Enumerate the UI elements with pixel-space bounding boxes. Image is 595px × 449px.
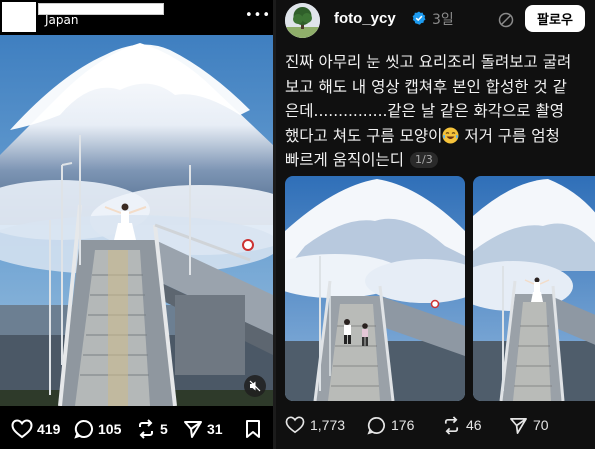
heart-icon [11, 419, 33, 439]
right-action-bar: 1,773 176 46 70 [276, 412, 595, 438]
like-count: 419 [37, 421, 61, 437]
like-button[interactable]: 1,773 [285, 412, 345, 438]
post-photo[interactable] [0, 35, 273, 406]
crying-laughing-emoji-icon [442, 127, 459, 143]
comment-icon [74, 419, 93, 439]
caption-line: 진짜 아무리 눈 씻고 요리조리 돌려보고 굴려 [285, 53, 572, 71]
fuji-stairs-woman-photo [473, 176, 595, 401]
like-count: 1,773 [310, 417, 346, 433]
caption-line: 보고 해도 내 영상 캡쳐후 본인 합성한 것 같 [285, 77, 567, 96]
caption-line: 은데...............같은 날 같은 화각으로 촬영 [285, 102, 564, 120]
image-counter: 1/3 [410, 152, 438, 168]
caption-line-with-counter: 빠르게 움직이는디 1/3 [285, 148, 590, 173]
post-location[interactable]: Japan [45, 13, 78, 27]
comment-button[interactable]: 176 [367, 412, 414, 438]
left-action-bar: 419 105 5 31 [0, 414, 273, 444]
follow-button[interactable]: 팔로우 [525, 5, 585, 32]
like-button[interactable]: 419 [11, 414, 60, 444]
carousel-image-1[interactable] [285, 176, 465, 401]
share-button[interactable]: 70 [509, 412, 549, 438]
post-time: 3일 [432, 12, 454, 28]
comment-count: 105 [98, 421, 122, 437]
share-count: 70 [533, 417, 549, 433]
send-icon [184, 421, 202, 438]
repost-icon [444, 415, 459, 435]
bookmark-button[interactable] [245, 414, 261, 444]
caption-line: 저거 구름 엄청 [459, 126, 560, 145]
comment-icon [367, 416, 385, 434]
verified-badge-icon [412, 11, 426, 25]
caption-line: 했다고 쳐도 구름 모양이 [285, 126, 443, 145]
share-count: 31 [207, 421, 223, 437]
fuji-stairs-couple-photo [285, 176, 465, 401]
repost-icon [139, 419, 153, 439]
more-options-button[interactable]: ••• [245, 8, 271, 23]
username[interactable]: foto_ycy [334, 10, 396, 27]
repost-count: 46 [466, 417, 482, 433]
avatar-redacted[interactable] [2, 2, 36, 32]
heart-icon [285, 416, 305, 434]
post-caption: 진짜 아무리 눈 씻고 요리조리 돌려보고 굴려 보고 해도 내 영상 캡쳐후 … [285, 50, 590, 173]
fuji-staircase-photo [0, 35, 273, 406]
repost-count: 5 [160, 421, 168, 437]
comment-button[interactable]: 105 [74, 414, 121, 444]
repost-button[interactable]: 46 [442, 412, 482, 438]
mute-button[interactable] [244, 375, 266, 397]
caption-line: 빠르게 움직이는디 [285, 151, 405, 169]
right-post: foto_ycy 3일 팔로우 진짜 아무리 눈 씻고 요리조리 돌려보고 굴려… [276, 0, 595, 449]
share-button[interactable]: 31 [183, 414, 223, 444]
not-interested-icon[interactable] [498, 12, 514, 28]
repost-button[interactable]: 5 [136, 414, 168, 444]
speaker-muted-icon [249, 380, 261, 392]
caption-line-with-emoji: 했다고 쳐도 구름 모양이 저거 구름 엄청 [285, 124, 590, 149]
avatar[interactable] [285, 3, 320, 38]
left-post: Japan ••• 419 105 5 31 [0, 0, 273, 449]
comment-count: 176 [391, 417, 415, 433]
carousel-image-2[interactable] [473, 176, 595, 401]
send-icon [510, 417, 527, 434]
bookmark-icon [246, 420, 260, 438]
tree-avatar-icon [285, 3, 320, 38]
